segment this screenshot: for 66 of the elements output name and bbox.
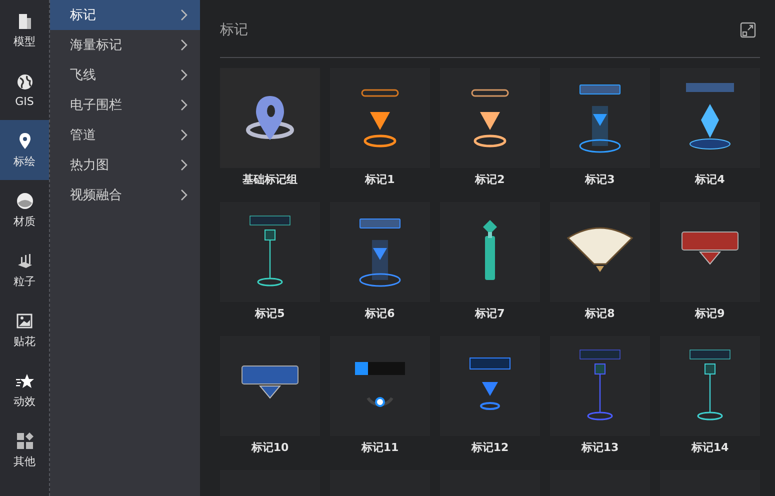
- chevron-icon: [180, 159, 188, 171]
- chevron-icon: [180, 99, 188, 111]
- marker-tile[interactable]: [330, 202, 430, 302]
- submenu-item[interactable]: 标记: [50, 0, 200, 30]
- marker-label: 标记9: [695, 306, 725, 322]
- marker-label: 标记12: [471, 440, 509, 456]
- nav-label: GIS: [15, 95, 34, 108]
- marker-label: 基础标记组: [242, 172, 298, 188]
- submenu-item[interactable]: 管道: [50, 120, 200, 150]
- marker-label: 标记5: [255, 306, 285, 322]
- nav-label: 动效: [14, 394, 36, 409]
- panel-title: 标记: [220, 20, 248, 38]
- marker-label: 标记13: [581, 440, 619, 456]
- chevron-icon: [180, 69, 188, 81]
- image-icon: [14, 311, 34, 331]
- marker-tile[interactable]: [220, 202, 320, 302]
- submenu-item[interactable]: 电子围栏: [50, 90, 200, 120]
- marker-label: 标记8: [585, 306, 615, 322]
- marker-tile[interactable]: [550, 202, 650, 302]
- nav-item[interactable]: 材质: [0, 180, 49, 240]
- marker-tile[interactable]: [440, 202, 540, 302]
- marker-tile[interactable]: [330, 68, 430, 168]
- sphere-icon: [14, 191, 34, 211]
- nav-label: 标绘: [14, 154, 36, 169]
- marker-tile[interactable]: [440, 68, 540, 168]
- chevron-icon: [180, 189, 188, 201]
- nav-item[interactable]: 粒子: [0, 240, 49, 300]
- chevron-icon: [180, 129, 188, 141]
- marker-tile[interactable]: [550, 336, 650, 436]
- expand-icon[interactable]: [740, 22, 756, 38]
- nav-label: 材质: [14, 214, 36, 229]
- marker-label: 标记14: [691, 440, 729, 456]
- marker-tile[interactable]: [220, 336, 320, 436]
- marker-label: 标记11: [361, 440, 399, 456]
- submenu-item[interactable]: 海量标记: [50, 30, 200, 60]
- marker-label: 标记10: [251, 440, 289, 456]
- marker-tile[interactable]: [220, 68, 320, 168]
- nav-label: 贴花: [14, 334, 36, 349]
- submenu-item[interactable]: 视频融合: [50, 180, 200, 210]
- chevron-icon: [180, 9, 188, 21]
- marker-tile[interactable]: [660, 336, 760, 436]
- nav-item[interactable]: 动效: [0, 360, 49, 420]
- nav-item[interactable]: GIS: [0, 60, 49, 120]
- submenu-item[interactable]: 热力图: [50, 150, 200, 180]
- marker-tile[interactable]: [550, 68, 650, 168]
- nav-item[interactable]: 模型: [0, 0, 49, 60]
- nav-item[interactable]: 贴花: [0, 300, 49, 360]
- marker-tile[interactable]: [660, 68, 760, 168]
- marker-label: 标记1: [365, 172, 395, 188]
- marker-tile[interactable]: [440, 336, 540, 436]
- nav-item[interactable]: 其他: [0, 420, 49, 480]
- marker-label: 标记2: [475, 172, 505, 188]
- nav-label: 其他: [14, 454, 36, 469]
- marker-label: 标记4: [695, 172, 725, 188]
- submenu-item[interactable]: 飞线: [50, 60, 200, 90]
- marker-label: 标记7: [475, 306, 505, 322]
- globe-icon: [14, 72, 34, 92]
- marker-label: 标记3: [585, 172, 615, 188]
- marker-label: 标记6: [365, 306, 395, 322]
- nav-item[interactable]: 标绘: [0, 120, 49, 180]
- nav-label: 粒子: [14, 274, 36, 289]
- marker-tile[interactable]: [660, 202, 760, 302]
- chevron-icon: [180, 39, 188, 51]
- grid-icon: [14, 431, 34, 451]
- marker-tile[interactable]: [330, 336, 430, 436]
- nav-label: 模型: [14, 34, 36, 49]
